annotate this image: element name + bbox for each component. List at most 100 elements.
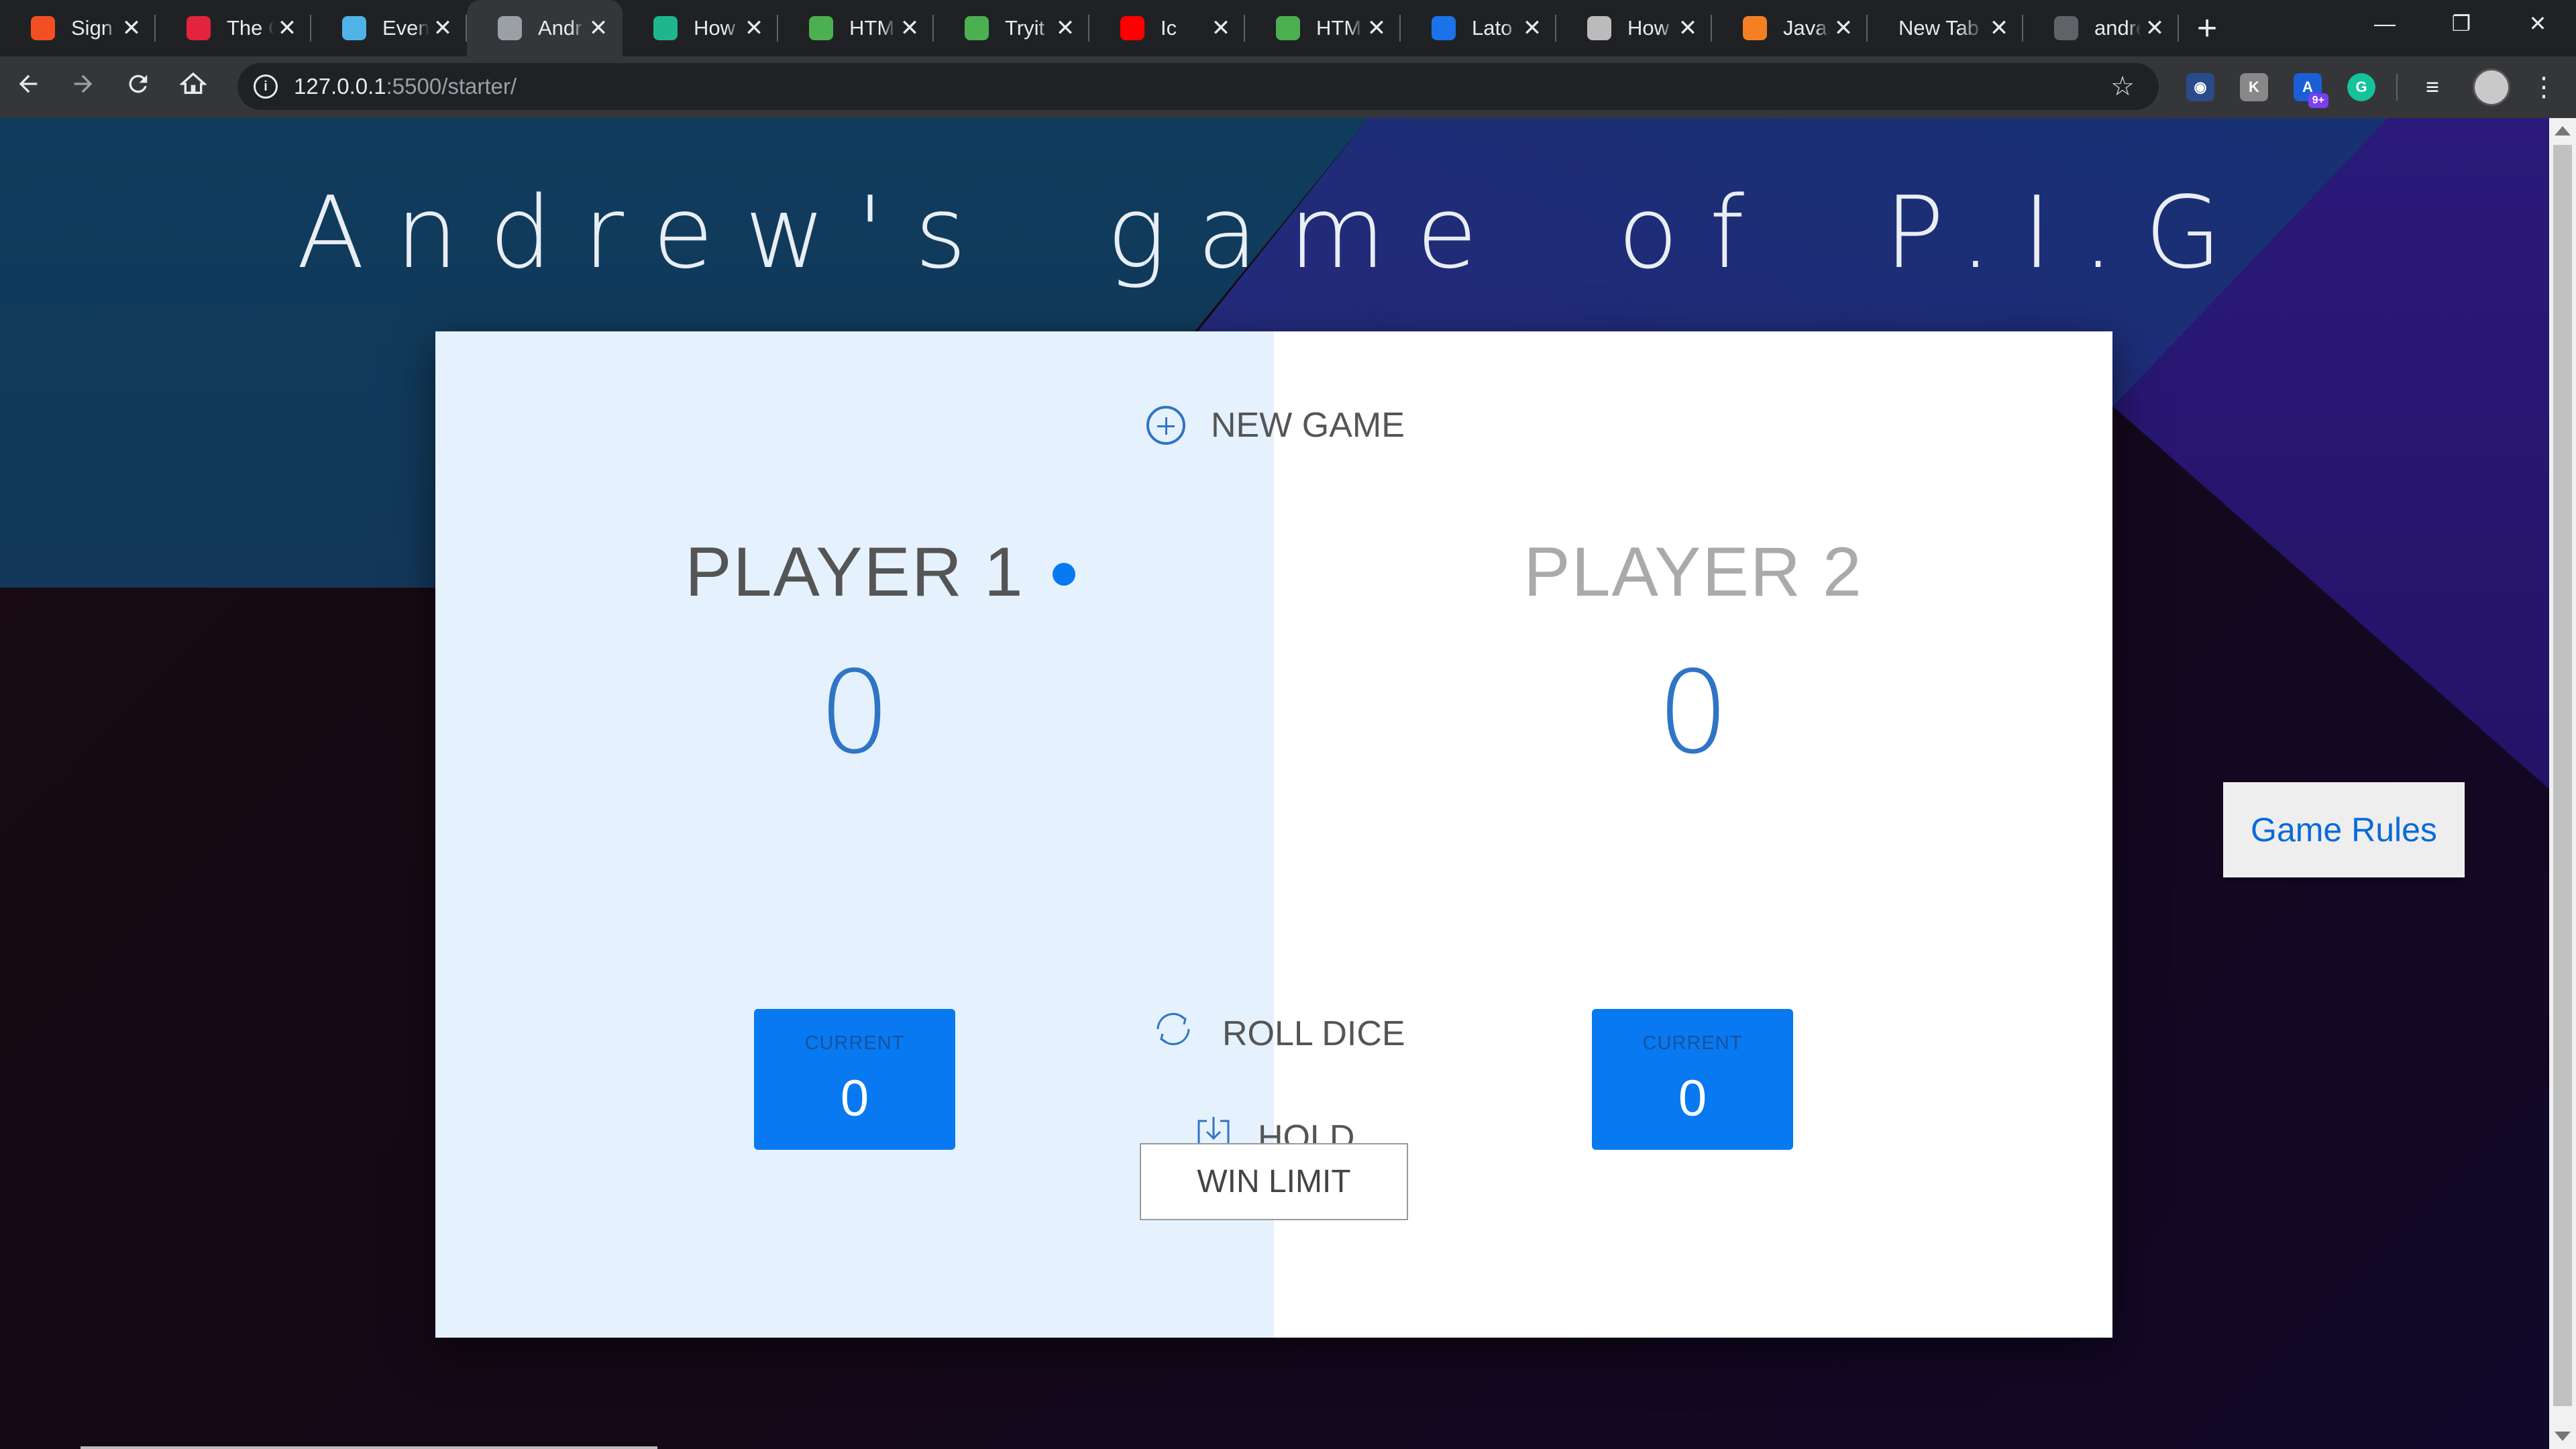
tab-label: Sign [71, 16, 113, 40]
browser-tab[interactable]: JavaS✕ [1712, 0, 1868, 56]
tab-label: Andr [538, 16, 582, 40]
reading-list-icon[interactable]: ≡ [2418, 73, 2447, 101]
tab-close-icon[interactable]: ✕ [585, 15, 612, 42]
tab-label: The C [227, 16, 274, 40]
reload-icon [125, 70, 152, 104]
browser-tab-bar: Sign✕The C✕Event✕Andr✕How✕HTMI✕Tryit I✕I… [0, 0, 2576, 56]
hex-icon [1587, 16, 1611, 40]
tab-label: Lato [1472, 16, 1513, 40]
bookmark-star-icon[interactable]: ☆ [2110, 71, 2135, 102]
w3-icon [1276, 16, 1300, 40]
window-controls: — ❐ ✕ [2347, 0, 2576, 56]
youtube-icon [1120, 16, 1144, 40]
tab-close-icon[interactable]: ✕ [741, 15, 767, 42]
browser-tab[interactable]: Ic ✕ [1089, 0, 1245, 56]
info-icon[interactable]: i [254, 74, 278, 99]
tab-close-icon[interactable]: ✕ [1986, 15, 2012, 42]
back-button[interactable] [1, 60, 55, 114]
tab-close-icon[interactable]: ✕ [2141, 15, 2168, 42]
active-player-dot [1053, 563, 1075, 586]
home-button[interactable] [166, 60, 220, 114]
scroll-down-arrow-icon[interactable] [2555, 1432, 2571, 1441]
extension-badge: 9+ [2308, 93, 2328, 108]
microsoft-icon [31, 16, 55, 40]
browser-tab[interactable]: Andr ✕ [467, 0, 623, 56]
browser-tab[interactable]: Event✕ [311, 0, 467, 56]
player2-score: 0 [1656, 647, 1730, 780]
tab-label: Tryit I [1005, 16, 1052, 40]
profile-avatar[interactable] [2473, 68, 2510, 106]
browser-tab[interactable]: Lato ✕ [1401, 0, 1556, 56]
game-rules-button[interactable]: Game Rules [2223, 782, 2465, 877]
win-limit-button[interactable]: WIN LIMIT [1140, 1143, 1408, 1220]
home-icon [178, 70, 208, 104]
f-icon [1432, 16, 1456, 40]
browser-toolbar: i 127.0.0.1:5500/starter/ ☆ ◉ K A 9+ G ≡ … [0, 56, 2576, 118]
tab-close-icon[interactable]: ✕ [1208, 15, 1234, 42]
tab-close-icon[interactable]: ✕ [1830, 15, 1857, 42]
roll-dice-button[interactable]: ROLL DICE [1150, 1006, 1405, 1061]
roll-dice-label: ROLL DICE [1222, 1014, 1405, 1053]
browser-tab[interactable]: HTMI ✕ [778, 0, 934, 56]
tab-label: JavaS [1783, 16, 1830, 40]
scroll-up-arrow-icon[interactable] [2555, 126, 2571, 136]
url-path: :5500/starter/ [386, 74, 517, 99]
current-label: CURRENT [804, 1032, 905, 1054]
page-title: Andrew's game of P.I.G [297, 175, 2253, 290]
tab-close-icon[interactable]: ✕ [118, 15, 145, 42]
tab-close-icon[interactable]: ✕ [1363, 15, 1390, 42]
url-host: 127.0.0.1 [294, 74, 386, 99]
globe-icon [498, 16, 522, 40]
tab-close-icon[interactable]: ✕ [1519, 15, 1546, 42]
page-scrollbar[interactable] [2549, 118, 2576, 1449]
browser-tab[interactable]: Tryit I ✕ [934, 0, 1089, 56]
extension-translate-icon[interactable]: A 9+ [2294, 73, 2328, 108]
tab-strip: Sign✕The C✕Event✕Andr✕How✕HTMI✕Tryit I✕I… [0, 0, 2179, 56]
browser-tab[interactable]: How ✕ [623, 0, 778, 56]
tab-label: How [694, 16, 736, 40]
reload-button[interactable] [111, 60, 165, 114]
tab-close-icon[interactable]: ✕ [896, 15, 923, 42]
browser-tab[interactable]: New Tab ✕ [1868, 0, 2023, 56]
player2-name: PLAYER 2 [1523, 533, 1863, 611]
new-game-label: NEW GAME [1211, 406, 1405, 445]
restore-button[interactable]: ❐ [2423, 0, 2500, 47]
horizontal-scroll-indicator [80, 1446, 657, 1449]
new-tab-button[interactable]: + [2179, 0, 2235, 56]
browser-tab[interactable]: The C✕ [156, 0, 311, 56]
game-board: NEW GAME PLAYER 1 0 CURRENT 0 PLAYER 2 0… [435, 331, 2112, 1338]
minimize-button[interactable]: — [2347, 0, 2423, 47]
more-menu-icon[interactable]: ⋮ [2524, 72, 2564, 103]
tab-label: Event [382, 16, 429, 40]
extension-puzzle-icon[interactable]: K [2240, 73, 2268, 101]
tab-label: How [1627, 16, 1670, 40]
address-bar[interactable]: i 127.0.0.1:5500/starter/ ☆ [237, 63, 2159, 110]
arrow-right-icon [70, 70, 97, 104]
player1-current-box: CURRENT 0 [754, 1009, 955, 1150]
browser-tab[interactable]: HTMI ✕ [1245, 0, 1401, 56]
stack-icon [1743, 16, 1767, 40]
browser-tab[interactable]: How ✕ [1556, 0, 1712, 56]
tab-close-icon[interactable]: ✕ [274, 15, 301, 42]
browser-tab[interactable]: andre✕ [2023, 0, 2179, 56]
hex-icon [653, 16, 678, 40]
tab-close-icon[interactable]: ✕ [1052, 15, 1079, 42]
browser-tab[interactable]: Sign ✕ [0, 0, 156, 56]
w3-icon [809, 16, 833, 40]
arrow-left-icon [15, 70, 42, 104]
forward-button[interactable] [56, 60, 110, 114]
tab-close-icon[interactable]: ✕ [429, 15, 456, 42]
w3-icon [965, 16, 989, 40]
toolbar-divider [2396, 74, 2398, 101]
tab-close-icon[interactable]: ✕ [1674, 15, 1701, 42]
player2-current-box: CURRENT 0 [1592, 1009, 1793, 1150]
grammarly-icon[interactable]: G [2347, 73, 2375, 101]
refresh-icon [1150, 1006, 1222, 1061]
page-viewport: Andrew's game of P.I.G NEW GAME PLAYER 1… [0, 118, 2549, 1449]
player1-name: PLAYER 1 [685, 533, 1024, 611]
scroll-thumb[interactable] [2553, 145, 2572, 1406]
close-window-button[interactable]: ✕ [2500, 0, 2576, 47]
extension-owl-icon[interactable]: ◉ [2186, 73, 2214, 101]
new-game-button[interactable]: NEW GAME [1146, 405, 1405, 445]
event-icon [342, 16, 366, 40]
